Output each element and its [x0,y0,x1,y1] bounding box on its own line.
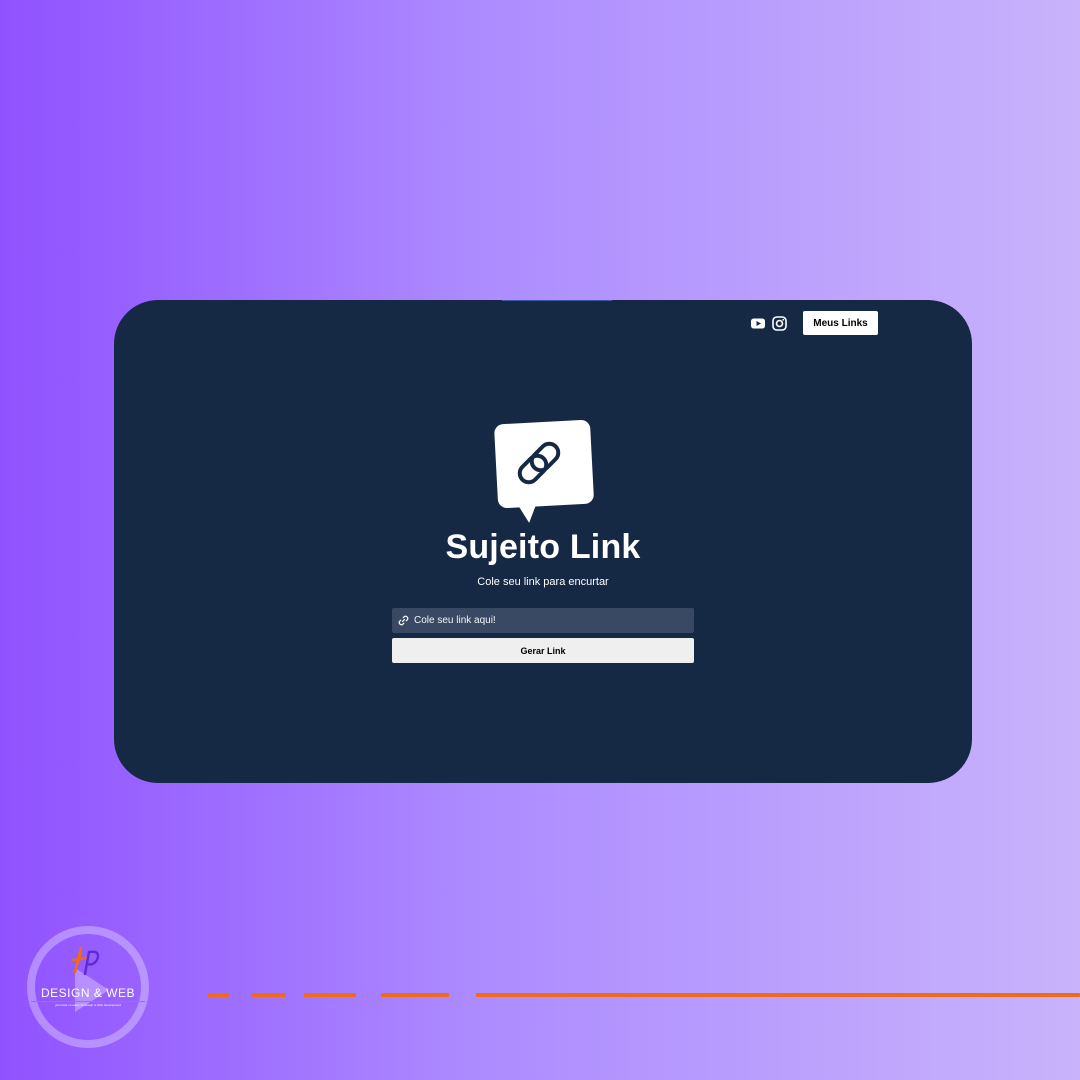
decorative-line [476,993,1080,997]
app-title: Sujeito Link [445,528,641,566]
decorative-dash [304,993,356,997]
brand-logo: DESIGN & WEB your best on every UI desig… [27,926,149,1048]
link-input[interactable] [414,608,694,633]
link-chat-bubble-icon [492,418,596,528]
brand-monogram-icon [67,944,107,978]
decorative-dash [251,993,286,997]
brand-underline [31,1001,145,1002]
generate-link-button[interactable]: Gerar Link [392,638,694,663]
header-actions: Meus Links [749,311,878,335]
link-icon [397,614,410,627]
app-subtitle: Cole seu link para encurtar [477,576,609,588]
decorative-dash [207,993,229,997]
instagram-icon[interactable] [770,314,788,332]
brand-tagline: your best on every UI design & Web devel… [55,1003,121,1007]
youtube-icon[interactable] [749,314,767,332]
top-accent-line [502,300,612,301]
link-input-field[interactable] [392,608,694,633]
decorative-dash [381,993,449,997]
app-window: Meus Links Sujeito Link Cole seu link pa… [114,300,972,783]
brand-name: DESIGN & WEB [40,986,135,1000]
my-links-button[interactable]: Meus Links [803,311,878,335]
